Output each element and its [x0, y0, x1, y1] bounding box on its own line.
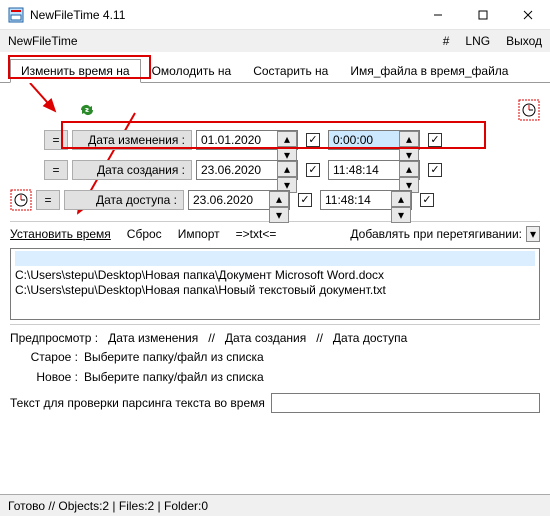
file-list-selection-row — [15, 251, 535, 266]
menubar: NewFileTime # LNG Выход — [0, 30, 550, 52]
corner-clock-icon-top[interactable] — [518, 99, 540, 121]
add-on-drag-label: Добавлять при перетягивании: — [350, 227, 522, 241]
new-value: Выберите папку/файл из списка — [84, 370, 264, 384]
checkbox-created-date[interactable] — [306, 163, 320, 177]
date-modified-input[interactable]: 01.01.2020 ▴▾ — [196, 130, 298, 150]
checkbox-accessed-date[interactable] — [298, 193, 312, 207]
preview-sep1: // — [208, 331, 215, 345]
checkbox-created-time[interactable] — [428, 163, 442, 177]
new-label: Новое : — [30, 370, 78, 384]
time-accessed-value: 11:48:14 — [325, 193, 371, 207]
time-modified-input[interactable]: 0:00:00 ▴▾ — [328, 130, 420, 150]
preview-cre: Дата создания — [225, 331, 306, 345]
tab-filename-time[interactable]: Имя_файла в время_файла — [339, 59, 519, 83]
time-created-value: 11:48:14 — [333, 163, 379, 177]
window-title: NewFileTime 4.11 — [30, 8, 415, 22]
file-list[interactable]: C:\Users\stepu\Desktop\Новая папка\Докум… — [10, 248, 540, 320]
file-item-1[interactable]: C:\Users\stepu\Desktop\Новая папка\Докум… — [15, 268, 535, 283]
time-modified-value: 0:00:00 — [333, 133, 373, 147]
date-created-value: 23.06.2020 — [201, 163, 261, 177]
parse-label: Текст для проверки парсинга текста во вр… — [10, 396, 265, 410]
preview-mod: Дата изменения — [108, 331, 198, 345]
file-item-2[interactable]: C:\Users\stepu\Desktop\Новая папка\Новый… — [15, 283, 535, 298]
date-accessed-spinner[interactable]: ▴▾ — [269, 191, 289, 209]
eq-button-created[interactable]: = — [44, 160, 68, 180]
spacer — [10, 98, 40, 122]
date-created-input[interactable]: 23.06.2020 ▴▾ — [196, 160, 298, 180]
titlebar: NewFileTime 4.11 — [0, 0, 550, 30]
status-text: Готово // Objects:2 | Files:2 | Folder:0 — [8, 499, 208, 513]
menu-exit[interactable]: Выход — [506, 34, 542, 48]
checkbox-accessed-time[interactable] — [420, 193, 434, 207]
time-rows: = Дата изменения : 01.01.2020 ▴▾ 0:00:00… — [10, 95, 540, 215]
minimize-button[interactable] — [415, 0, 460, 29]
preview-label: Предпросмотр : — [10, 331, 98, 345]
tab-change-time[interactable]: Изменить время на — [10, 59, 141, 83]
parse-input[interactable] — [271, 393, 540, 413]
date-modified-value: 01.01.2020 — [201, 133, 261, 147]
menu-hash[interactable]: # — [443, 34, 450, 48]
spacer — [10, 158, 40, 182]
content-area: = Дата изменения : 01.01.2020 ▴▾ 0:00:00… — [0, 83, 550, 417]
old-row: Старое : Выберите папку/файл из списка — [10, 347, 540, 367]
old-label: Старое : — [30, 350, 78, 364]
date-accessed-value: 23.06.2020 — [193, 193, 253, 207]
label-modified: Дата изменения : — [72, 130, 192, 150]
old-value: Выберите папку/файл из списка — [84, 350, 264, 364]
maximize-button[interactable] — [460, 0, 505, 29]
tabs: Изменить время на Омолодить на Состарить… — [0, 58, 550, 83]
date-modified-spinner[interactable]: ▴▾ — [277, 131, 297, 149]
eq-button-accessed[interactable]: = — [36, 190, 60, 210]
txt-link[interactable]: =>txt<= — [236, 227, 277, 241]
eq-button-modified[interactable]: = — [44, 130, 68, 150]
checkbox-modified-time[interactable] — [428, 133, 442, 147]
time-created-input[interactable]: 11:48:14 ▴▾ — [328, 160, 420, 180]
parse-row: Текст для проверки парсинга текста во вр… — [10, 393, 540, 413]
preview-sep2: // — [316, 331, 323, 345]
tab-older[interactable]: Состарить на — [242, 59, 339, 83]
row-clock-icon[interactable] — [10, 189, 32, 211]
spacer — [10, 128, 40, 152]
status-bar: Готово // Objects:2 | Files:2 | Folder:0 — [0, 494, 550, 516]
label-accessed: Дата доступа : — [64, 190, 184, 210]
menu-appname[interactable]: NewFileTime — [8, 34, 78, 48]
menu-lng[interactable]: LNG — [465, 34, 490, 48]
set-time-link[interactable]: Установить время — [10, 227, 111, 241]
checkbox-modified-date[interactable] — [306, 133, 320, 147]
action-bar: Установить время Сброс Импорт =>txt<= До… — [10, 221, 540, 244]
preview-header: Предпросмотр : Дата изменения // Дата со… — [10, 324, 540, 347]
tab-younger[interactable]: Омолодить на — [141, 59, 243, 83]
reset-link[interactable]: Сброс — [127, 227, 162, 241]
label-created: Дата создания : — [72, 160, 192, 180]
time-accessed-input[interactable]: 11:48:14 ▴▾ — [320, 190, 412, 210]
time-created-spinner[interactable]: ▴▾ — [399, 161, 419, 179]
date-accessed-input[interactable]: 23.06.2020 ▴▾ — [188, 190, 290, 210]
preview-acc: Дата доступа — [333, 331, 407, 345]
refresh-button[interactable] — [72, 98, 102, 122]
time-modified-spinner[interactable]: ▴▾ — [399, 131, 419, 149]
import-link[interactable]: Импорт — [178, 227, 220, 241]
close-button[interactable] — [505, 0, 550, 29]
new-row: Новое : Выберите папку/файл из списка — [10, 367, 540, 387]
time-accessed-spinner[interactable]: ▴▾ — [391, 191, 411, 209]
app-icon — [8, 7, 24, 23]
add-on-drag-dropdown[interactable]: ▾ — [526, 226, 540, 242]
date-created-spinner[interactable]: ▴▾ — [277, 161, 297, 179]
